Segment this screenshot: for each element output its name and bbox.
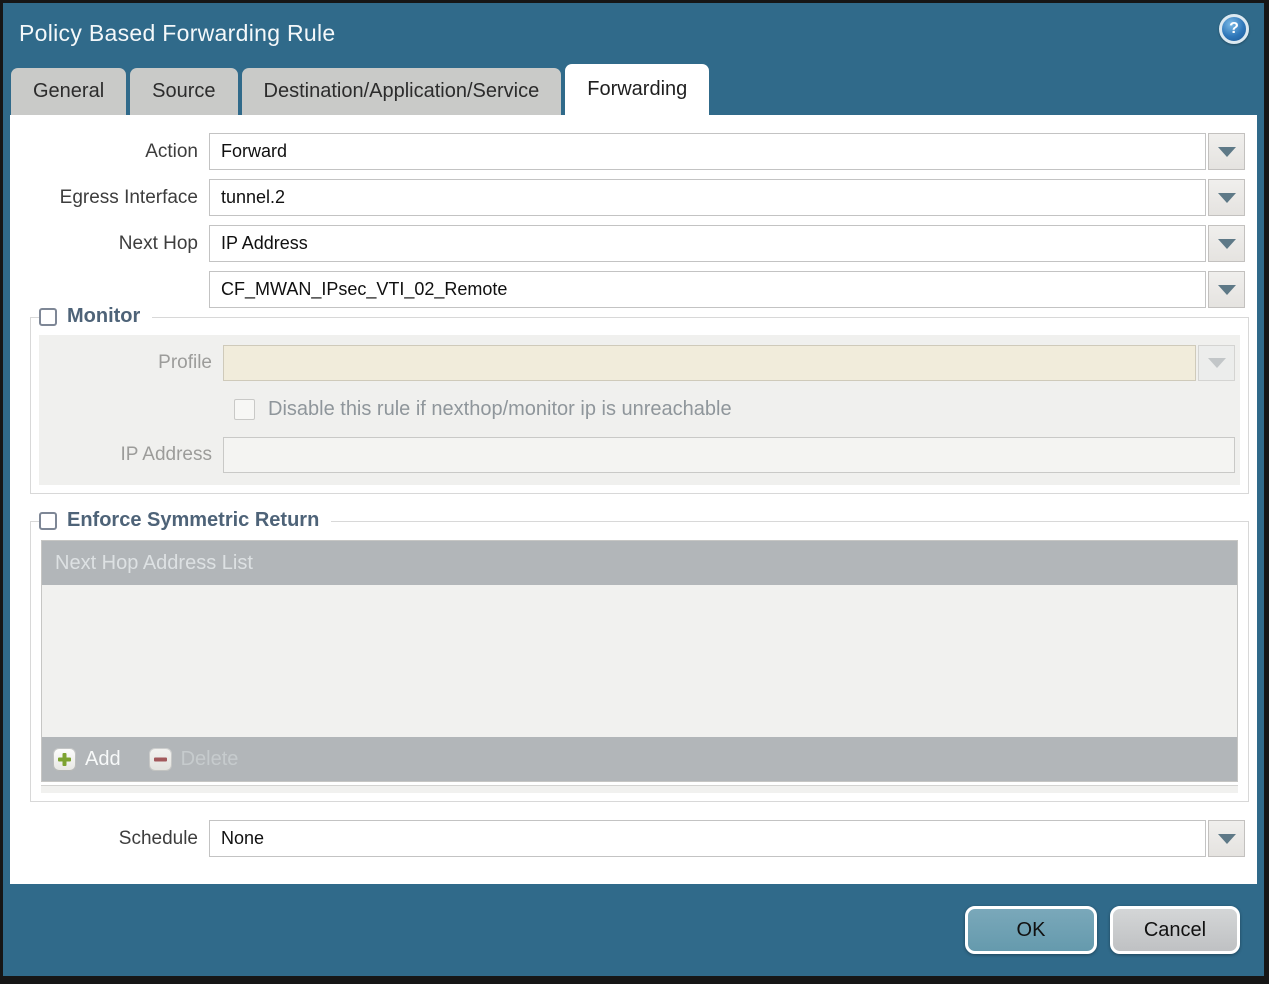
- egress-interface-input[interactable]: tunnel.2: [209, 179, 1206, 216]
- chevron-down-icon: [1207, 358, 1226, 368]
- action-input[interactable]: Forward: [209, 133, 1206, 170]
- egress-interface-row: Egress Interface tunnel.2: [10, 179, 1257, 216]
- next-hop-address-input[interactable]: CF_MWAN_IPsec_VTI_02_Remote: [209, 271, 1206, 308]
- next-hop-combo: IP Address: [209, 225, 1245, 262]
- delete-minus-icon: [148, 747, 172, 771]
- chevron-down-icon: [1217, 284, 1236, 295]
- help-glyph: ?: [1229, 20, 1239, 37]
- help-icon[interactable]: ?: [1219, 14, 1249, 44]
- table-column-header: Next Hop Address List: [42, 541, 1237, 585]
- tab-source[interactable]: Source: [130, 68, 238, 115]
- chevron-down-icon: [1217, 238, 1236, 249]
- tab-destination-application-service-label: Destination/Application/Service: [263, 80, 540, 102]
- disable-rule-label: Disable this rule if nexthop/monitor ip …: [268, 397, 732, 420]
- monitor-profile-label: Profile: [158, 352, 212, 373]
- monitor-profile-combo: [223, 345, 1235, 381]
- cancel-button-label: Cancel: [1143, 918, 1207, 941]
- action-row: Action Forward: [10, 133, 1257, 170]
- add-button-label: Add: [85, 747, 121, 770]
- monitor-profile-dropdown-button: [1198, 345, 1235, 381]
- enforce-symmetric-return-checkbox[interactable]: [39, 511, 57, 530]
- monitor-ip-address-label: IP Address: [120, 444, 212, 465]
- monitor-ip-address-input: [223, 437, 1235, 473]
- dialog-title: Policy Based Forwarding Rule: [19, 19, 336, 46]
- egress-interface-dropdown-button[interactable]: [1208, 179, 1245, 216]
- monitor-checkbox[interactable]: [39, 307, 57, 326]
- ok-button-label: OK: [1016, 918, 1046, 941]
- next-hop-address-list-header-label: Next Hop Address List: [55, 551, 253, 574]
- tab-source-label: Source: [152, 80, 216, 102]
- tab-forwarding[interactable]: Forwarding: [565, 64, 710, 115]
- forwarding-tab-panel: Action Forward Egress Interface tunnel.2…: [10, 115, 1257, 884]
- monitor-profile-row: Profile: [39, 345, 1240, 381]
- egress-interface-combo: tunnel.2: [209, 179, 1245, 216]
- next-hop-dropdown-button[interactable]: [1208, 225, 1245, 262]
- add-button[interactable]: Add: [53, 747, 121, 771]
- action-dropdown-button[interactable]: [1208, 133, 1245, 170]
- add-plus-icon: [53, 747, 76, 771]
- next-hop-label: Next Hop: [118, 232, 198, 254]
- delete-button: Delete: [148, 747, 239, 771]
- policy-based-forwarding-rule-dialog: Policy Based Forwarding Rule ? General S…: [0, 0, 1269, 984]
- enforce-symmetric-return-fieldset: Enforce Symmetric Return Next Hop Addres…: [30, 509, 1249, 802]
- monitor-panel: Profile Disable this rule if nexthop/mon…: [39, 335, 1240, 485]
- chevron-down-icon: [1217, 833, 1236, 844]
- monitor-legend: Monitor: [39, 305, 153, 328]
- schedule-dropdown-button[interactable]: [1208, 820, 1245, 857]
- monitor-legend-label: Monitor: [67, 305, 141, 327]
- chevron-down-icon: [1217, 146, 1236, 157]
- dialog-footer: OK Cancel: [3, 884, 1264, 976]
- schedule-row: Schedule None: [10, 820, 1257, 857]
- monitor-ip-address-row: IP Address: [39, 437, 1240, 473]
- next-hop-address-list-body: [42, 585, 1237, 737]
- tab-bar: General Source Destination/Application/S…: [3, 63, 1264, 115]
- tab-destination-application-service[interactable]: Destination/Application/Service: [241, 68, 562, 115]
- cancel-button[interactable]: Cancel: [1110, 906, 1240, 954]
- next-hop-address-list-table: Next Hop Address List Add Delete: [41, 540, 1238, 782]
- dialog-titlebar: Policy Based Forwarding Rule ?: [3, 3, 1264, 63]
- schedule-combo: None: [209, 820, 1245, 857]
- delete-button-label: Delete: [180, 747, 239, 770]
- chevron-down-icon: [1217, 192, 1236, 203]
- schedule-label: Schedule: [118, 827, 198, 849]
- tab-forwarding-label: Forwarding: [587, 78, 688, 100]
- ok-button[interactable]: OK: [965, 906, 1097, 954]
- tab-general-label: General: [33, 80, 105, 102]
- next-hop-type-input[interactable]: IP Address: [209, 225, 1206, 262]
- action-combo: Forward: [209, 133, 1245, 170]
- monitor-profile-input: [223, 345, 1196, 381]
- table-paging-strip: [41, 785, 1238, 793]
- schedule-input[interactable]: None: [209, 820, 1206, 857]
- next-hop-address-row: CF_MWAN_IPsec_VTI_02_Remote: [10, 271, 1257, 308]
- next-hop-address-combo: CF_MWAN_IPsec_VTI_02_Remote: [209, 271, 1245, 308]
- enforce-symmetric-return-legend-label: Enforce Symmetric Return: [67, 509, 320, 531]
- disable-rule-row: Disable this rule if nexthop/monitor ip …: [234, 391, 1240, 427]
- action-label: Action: [145, 140, 198, 162]
- next-hop-address-dropdown-button[interactable]: [1208, 271, 1245, 308]
- enforce-symmetric-return-legend: Enforce Symmetric Return: [39, 509, 332, 532]
- disable-rule-checkbox: [234, 398, 255, 420]
- tab-general[interactable]: General: [11, 68, 127, 115]
- egress-interface-label: Egress Interface: [59, 186, 198, 208]
- monitor-fieldset: Monitor Profile Disable this rule if nex…: [30, 305, 1249, 494]
- table-toolbar: Add Delete: [42, 737, 1237, 781]
- next-hop-row: Next Hop IP Address: [10, 225, 1257, 262]
